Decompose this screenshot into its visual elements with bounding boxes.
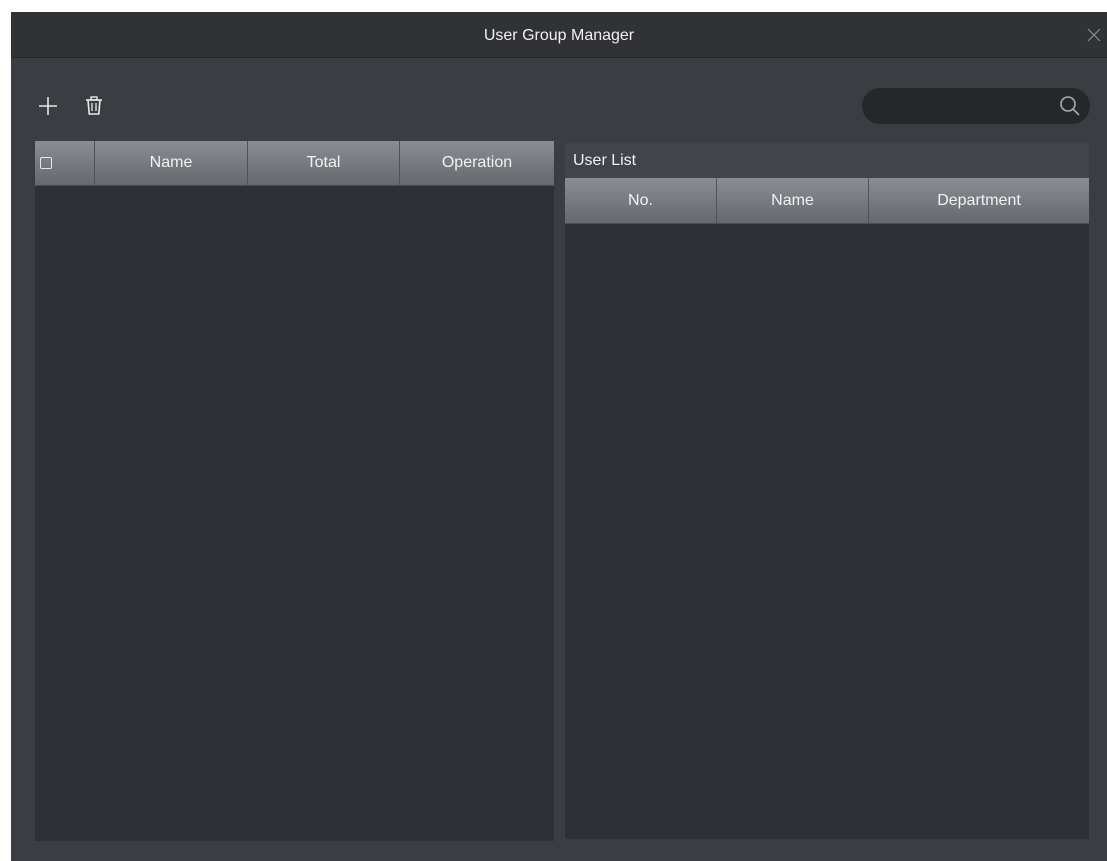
column-header-total[interactable]: Total [248, 141, 400, 185]
user-list-header: No. Name Department [565, 178, 1089, 224]
column-header-no[interactable]: No. [565, 178, 717, 223]
column-header-name[interactable]: Name [95, 141, 248, 185]
delete-group-button[interactable] [82, 94, 106, 118]
column-header-department[interactable]: Department [869, 178, 1089, 223]
plus-icon [39, 97, 57, 115]
window-title: User Group Manager [483, 27, 635, 44]
user-group-manager-window: User Group Manager Name Total Operation … [11, 12, 1107, 861]
select-all-checkbox[interactable] [40, 157, 52, 169]
search-icon[interactable] [1058, 94, 1082, 118]
select-all-cell [35, 141, 95, 185]
group-table-header: Name Total Operation [35, 141, 554, 186]
column-header-operation[interactable]: Operation [400, 141, 554, 185]
user-list-title: User List [565, 143, 1089, 178]
group-table: Name Total Operation [35, 141, 554, 841]
title-bar: User Group Manager [11, 12, 1107, 58]
add-group-button[interactable] [36, 94, 60, 118]
search-box [862, 88, 1090, 124]
close-icon[interactable] [1087, 28, 1101, 42]
trash-icon [86, 96, 102, 115]
column-header-user-name[interactable]: Name [717, 178, 869, 223]
search-input[interactable] [878, 88, 1038, 124]
user-list-panel: User List No. Name Department [565, 143, 1089, 839]
